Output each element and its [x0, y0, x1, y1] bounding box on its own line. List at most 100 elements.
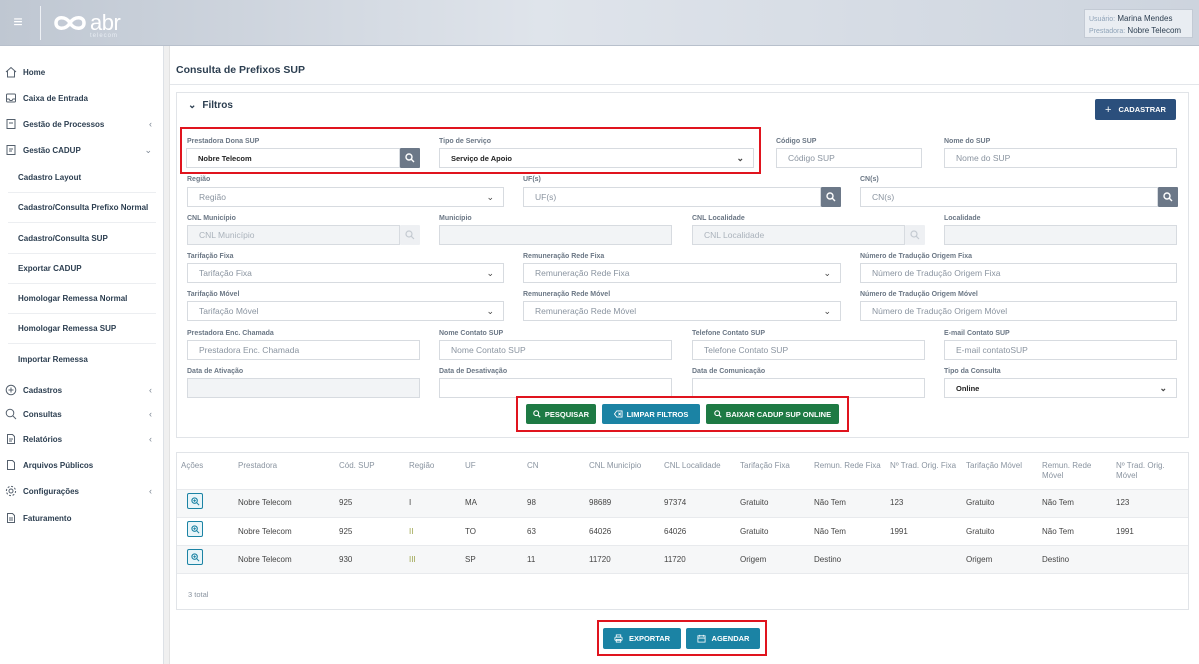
remuneracao-movel-select[interactable]: Remuneração Rede Móvel ⌄: [523, 301, 841, 321]
sidebar-item-label: Caixa de Entrada: [23, 93, 88, 103]
search-icon: [405, 230, 415, 240]
tipo-consulta-value: Online: [956, 383, 980, 393]
sidebar-item-home[interactable]: Home: [0, 60, 164, 84]
prestadora-enc-placeholder: Prestadora Enc. Chamada: [199, 345, 300, 355]
table-cell: 1991: [890, 527, 908, 536]
search-icon: [826, 192, 836, 202]
codigo-sup-label: Código SUP: [776, 138, 817, 145]
column-header[interactable]: Ações: [181, 461, 203, 471]
gear-icon: [5, 485, 17, 497]
sidebar-item-label: Faturamento: [23, 513, 72, 523]
column-header[interactable]: CN: [527, 461, 539, 471]
table-cell: 64026: [664, 527, 687, 536]
tipo-consulta-select[interactable]: Online ⌄: [944, 378, 1177, 398]
table-cell: 64026: [589, 527, 612, 536]
sidebar-item-faturamento[interactable]: Faturamento: [0, 506, 164, 530]
zoom-in-icon[interactable]: [187, 521, 203, 537]
uf-label: UF(s): [523, 176, 541, 183]
column-header[interactable]: Remun. Rede Móvel: [1042, 461, 1097, 481]
data-ativacao-input[interactable]: [187, 378, 420, 398]
table-cell: 925: [339, 498, 353, 507]
sidebar-item-inbox[interactable]: Caixa de Entrada: [0, 86, 164, 110]
regiao-select[interactable]: Região ⌄: [187, 187, 504, 207]
zoom-in-icon[interactable]: [187, 549, 203, 565]
table-cell: 123: [890, 498, 904, 507]
prestadora-enc-input[interactable]: Prestadora Enc. Chamada: [187, 340, 420, 360]
data-comunicacao-input[interactable]: [692, 378, 925, 398]
cn-input[interactable]: CN(s): [860, 187, 1158, 207]
sidebar-subitem-homologar-normal[interactable]: Homologar Remessa Normal: [8, 284, 156, 314]
column-header[interactable]: Tarifação Fixa: [740, 461, 790, 471]
sidebar-item-cadastros[interactable]: Cadastros ‹: [0, 378, 164, 402]
sidebar-subitem-homologar-sup[interactable]: Homologar Remessa SUP: [8, 314, 156, 344]
zoom-in-icon[interactable]: [187, 493, 203, 509]
cnl-localidade-input[interactable]: CNL Localidade: [692, 225, 905, 245]
sidebar-subitem-consulta-sup[interactable]: Cadastro/Consulta SUP: [8, 224, 156, 254]
municipio-input[interactable]: [439, 225, 672, 245]
table-cell: Não Tem: [1042, 498, 1074, 507]
abr-logo[interactable]: abr telecom: [52, 8, 121, 39]
user-label: Usuário:: [1089, 16, 1116, 23]
menu-icon[interactable]: ≡: [8, 14, 28, 32]
num-trad-movel-input[interactable]: Número de Tradução Origem Móvel: [860, 301, 1177, 321]
num-trad-fixa-input[interactable]: Número de Tradução Origem Fixa: [860, 263, 1177, 283]
column-header[interactable]: Nº Trad. Orig. Móvel: [1116, 461, 1171, 481]
sidebar-item-consultas[interactable]: Consultas ‹: [0, 402, 164, 426]
localidade-input[interactable]: [944, 225, 1177, 245]
sidebar-item-cadup[interactable]: Gestão CADUP ⌄: [0, 138, 164, 162]
plus-icon: +: [1105, 103, 1112, 116]
cnl-localidade-search-button[interactable]: [905, 225, 925, 245]
sidebar-item-label: Configurações: [23, 486, 80, 496]
cnl-municipio-search-button[interactable]: [400, 225, 420, 245]
column-header[interactable]: Tarifação Móvel: [966, 461, 1022, 471]
table-cell: Origem: [966, 555, 993, 564]
column-header[interactable]: Prestadora: [238, 461, 277, 471]
telefone-contato-input[interactable]: Telefone Contato SUP: [692, 340, 925, 360]
column-header[interactable]: Remun. Rede Fixa: [814, 461, 881, 471]
uf-search-button[interactable]: [821, 187, 841, 207]
sidebar-subitem-importar-remessa[interactable]: Importar Remessa: [8, 344, 156, 374]
nome-contato-input[interactable]: Nome Contato SUP: [439, 340, 672, 360]
sidebar-item-configuracoes[interactable]: Configurações ‹: [0, 479, 164, 503]
sidebar-subitem-prefixo-normal[interactable]: Cadastro/Consulta Prefixo Normal: [8, 193, 156, 223]
highlight-box: [180, 127, 761, 174]
table-cell: 11720: [589, 555, 611, 564]
table-cell: 98: [527, 498, 536, 507]
nome-sup-input[interactable]: Nome do SUP: [944, 148, 1177, 168]
column-header[interactable]: Nº Trad. Orig. Fixa: [890, 461, 956, 471]
cnl-municipio-input[interactable]: CNL Município: [187, 225, 400, 245]
sidebar-item-label: Gestão CADUP: [23, 145, 81, 155]
uf-input[interactable]: UF(s): [523, 187, 821, 207]
localidade-label: Localidade: [944, 215, 981, 222]
codigo-sup-input[interactable]: Código SUP: [776, 148, 922, 168]
column-header[interactable]: CNL Localidade: [664, 461, 721, 471]
sidebar-subitem-cadastro-layout[interactable]: Cadastro Layout: [8, 163, 156, 193]
column-header[interactable]: Região: [409, 461, 434, 471]
sidebar-item-arquivos[interactable]: Arquivos Públicos: [0, 453, 164, 477]
user-name: Marina Mendes: [1117, 14, 1173, 23]
tarifacao-movel-select[interactable]: Tarifação Móvel ⌄: [187, 301, 504, 321]
tarifacao-fixa-label: Tarifação Fixa: [187, 253, 234, 260]
table-cell: I: [409, 498, 412, 507]
cn-search-button[interactable]: [1158, 187, 1178, 207]
table-cell: Não Tem: [814, 527, 846, 536]
sidebar-scrollbar[interactable]: [164, 46, 170, 664]
search-icon: [5, 408, 17, 420]
sidebar-item-label: Cadastros: [23, 385, 63, 395]
sidebar-item-process[interactable]: Gestão de Processos ‹: [0, 112, 164, 136]
tarifacao-fixa-select[interactable]: Tarifação Fixa ⌄: [187, 263, 504, 283]
table-cell: 97374: [664, 498, 687, 507]
email-contato-input[interactable]: E-mail contatoSUP: [944, 340, 1177, 360]
data-desativacao-input[interactable]: [439, 378, 672, 398]
column-header[interactable]: Cód. SUP: [339, 461, 375, 471]
column-header[interactable]: CNL Município: [589, 461, 641, 471]
table-cell: Gratuito: [966, 527, 995, 536]
filters-toggle[interactable]: ⌄ Filtros: [188, 100, 233, 111]
chevron-down-icon: ⌄: [486, 268, 494, 278]
table-cell: Não Tem: [814, 498, 846, 507]
sidebar-subitem-exportar-cadup[interactable]: Exportar CADUP: [8, 254, 156, 284]
sidebar-item-relatorios[interactable]: Relatórios ‹: [0, 427, 164, 451]
remuneracao-fixa-select[interactable]: Remuneração Rede Fixa ⌄: [523, 263, 841, 283]
cadastrar-button[interactable]: + CADASTRAR: [1095, 99, 1176, 120]
column-header[interactable]: UF: [465, 461, 476, 471]
